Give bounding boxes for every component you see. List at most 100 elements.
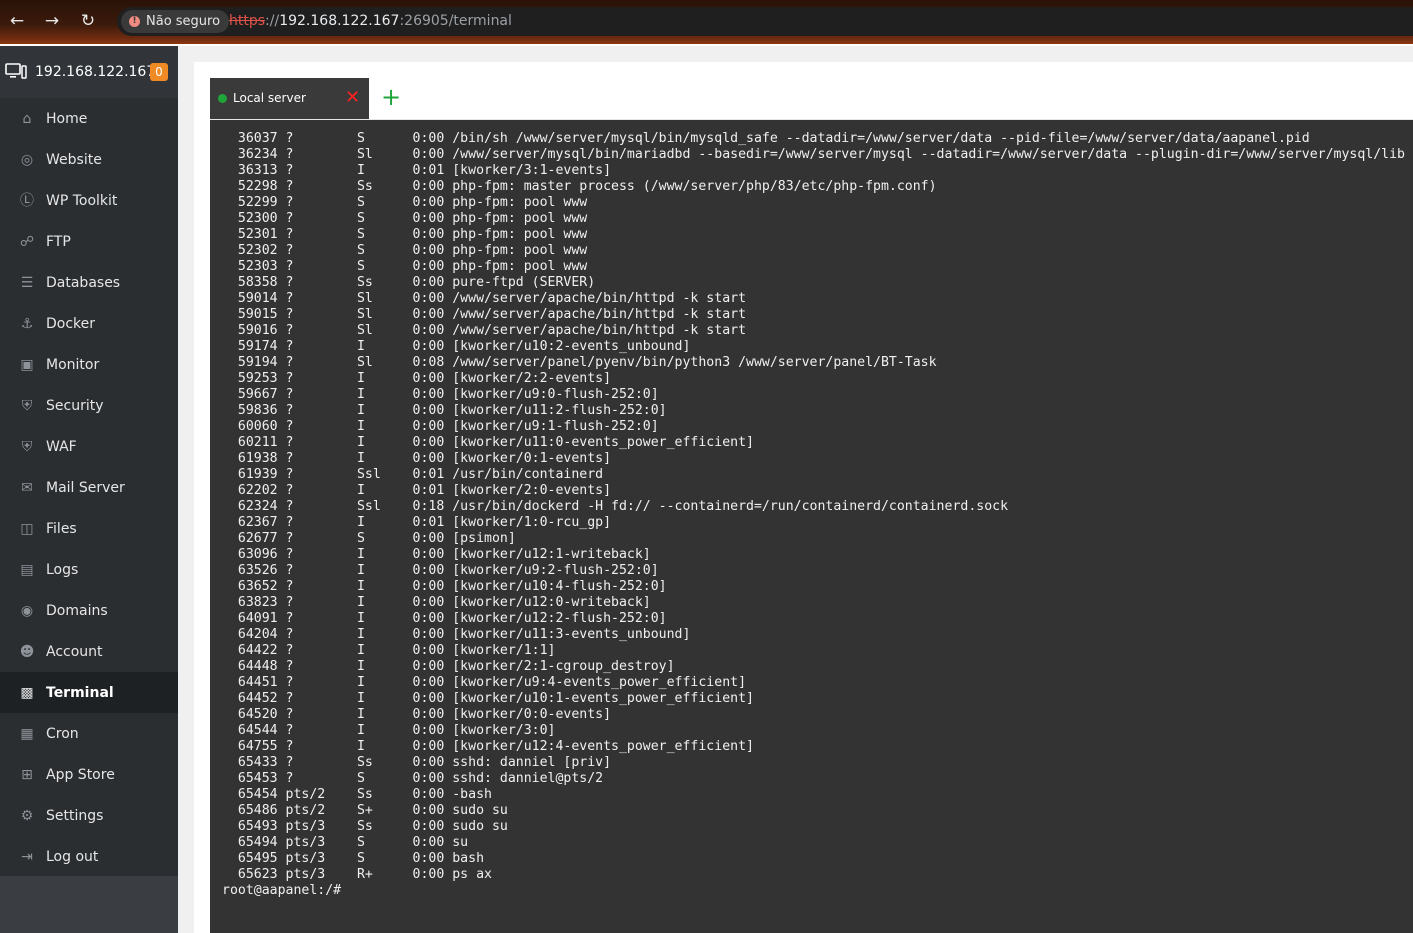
forward-arrow-icon[interactable]: → (41, 10, 63, 32)
terminal-line: 65494 pts/3 S 0:00 su (222, 835, 469, 850)
terminal-line: 62677 ? S 0:00 [psimon] (222, 531, 516, 546)
sidebar-item-website[interactable]: ◎ Website (0, 139, 178, 180)
waf-shield-icon: ⛨ (21, 438, 33, 455)
sidebar-item-label: Cron (46, 725, 79, 742)
sidebar-header: 192.168.122.167 0 (0, 46, 178, 98)
sidebar-item-docker[interactable]: ⚓ Docker (0, 303, 178, 344)
alert-count-badge[interactable]: 0 (150, 63, 168, 81)
terminal-panel: Local server ✕ + 36037 ? S 0:00 /bin/sh … (194, 62, 1413, 933)
sidebar-item-label: Settings (46, 807, 104, 824)
sidebar-item-logs[interactable]: ▤ Logs (0, 549, 178, 590)
terminal-line: 64452 ? I 0:00 [kworker/u10:1-events_pow… (222, 691, 754, 706)
terminal-line: 36234 ? Sl 0:00 /www/server/mysql/bin/ma… (222, 147, 1405, 162)
sidebar-item-databases[interactable]: ☰ Databases (0, 262, 178, 303)
sidebar-item-label: Security (46, 397, 104, 414)
terminal-line: 59174 ? I 0:00 [kworker/u10:2-events_unb… (222, 339, 691, 354)
reload-icon[interactable]: ↻ (77, 10, 99, 32)
terminal-line: 58358 ? Ss 0:00 pure-ftpd (SERVER) (222, 275, 596, 290)
terminal-line: 62202 ? I 0:01 [kworker/2:0-events] (222, 483, 612, 498)
sidebar-item-app-store[interactable]: ⊞ App Store (0, 754, 178, 795)
browser-toolbar: ← → ↻ ! Não seguro https://192.168.122.1… (0, 0, 1413, 44)
sidebar-item-security[interactable]: ⛨ Security (0, 385, 178, 426)
security-label: Não seguro (146, 14, 221, 29)
user-icon: ☻ (19, 643, 35, 660)
url-text[interactable]: https://192.168.122.167:26905/terminal (229, 13, 512, 29)
docker-icon: ⚓ (20, 315, 34, 332)
sidebar-item-domains[interactable]: ◉ Domains (0, 590, 178, 631)
terminal-line: 60060 ? I 0:00 [kworker/u9:1-flush-252:0… (222, 419, 659, 434)
home-icon: ⌂ (22, 110, 32, 127)
wordpress-icon: Ⓛ (20, 192, 34, 209)
terminal-line: 65433 ? Ss 0:00 sshd: danniel [priv] (222, 755, 612, 770)
logout-icon: ⇥ (21, 848, 33, 865)
sidebar-item-settings[interactable]: ⚙ Settings (0, 795, 178, 836)
terminal-prompt: root@aapanel:/# (222, 883, 350, 898)
terminal-line: 64755 ? I 0:00 [kworker/u12:4-events_pow… (222, 739, 754, 754)
sidebar-item-files[interactable]: ◫ Files (0, 508, 178, 549)
terminal-line: 63096 ? I 0:00 [kworker/u12:1-writeback] (222, 547, 651, 562)
sidebar-item-label: Databases (46, 274, 121, 291)
sidebar-item-label: App Store (46, 766, 115, 783)
terminal-line: 64544 ? I 0:00 [kworker/3:0] (222, 723, 556, 738)
sidebar-item-label: Domains (46, 602, 108, 619)
security-indicator[interactable]: ! Não seguro (121, 10, 230, 33)
warning-icon: ! (129, 16, 140, 27)
sidebar-item-label: Logs (46, 561, 79, 578)
url-protocol: https (229, 13, 266, 29)
sidebar-item-label: Website (46, 151, 102, 168)
terminal-line: 65486 pts/2 S+ 0:00 sudo su (222, 803, 508, 818)
sidebar-item-account[interactable]: ☻ Account (0, 631, 178, 672)
tab-local-server[interactable]: Local server ✕ (210, 78, 369, 119)
sidebar-item-monitor[interactable]: ▣ Monitor (0, 344, 178, 385)
sidebar-item-waf[interactable]: ⛨ WAF (0, 426, 178, 467)
sidebar-item-label: Account (46, 643, 103, 660)
sidebar-item-home[interactable]: ⌂ Home (0, 98, 178, 139)
sidebar-item-mail-server[interactable]: ✉ Mail Server (0, 467, 178, 508)
grid-icon: ⊞ (21, 766, 33, 783)
sidebar-item-terminal[interactable]: ▩ Terminal (0, 672, 178, 713)
terminal-line: 52299 ? S 0:00 php-fpm: pool www (222, 195, 588, 210)
terminal-line: 61938 ? I 0:00 [kworker/0:1-events] (222, 451, 612, 466)
globe-icon: ◎ (20, 151, 34, 168)
sidebar-item-label: Monitor (46, 356, 100, 373)
sidebar-item-wp-toolkit[interactable]: Ⓛ WP Toolkit (0, 180, 178, 221)
add-tab-plus-icon[interactable]: + (380, 85, 402, 109)
terminal-screen[interactable]: 36037 ? S 0:00 /bin/sh /www/server/mysql… (210, 120, 1413, 933)
close-icon[interactable]: ✕ (345, 88, 360, 108)
terminal-line: 36037 ? S 0:00 /bin/sh /www/server/mysql… (222, 131, 1310, 146)
sidebar-menu: ⌂ Home ◎ Website Ⓛ WP Toolkit ☍ FTP ☰ Databas… (0, 98, 178, 877)
terminal-line: 52303 ? S 0:00 php-fpm: pool www (222, 259, 588, 274)
tab-label: Local server (233, 91, 306, 105)
sidebar-item-label: Terminal (46, 684, 114, 701)
sidebar-item-label: Log out (46, 848, 99, 865)
ftp-icon: ☍ (19, 233, 35, 250)
sidebar-item-cron[interactable]: ▦ Cron (0, 713, 178, 754)
back-arrow-icon[interactable]: ← (6, 10, 28, 32)
url-host: 192.168.122.167 (279, 13, 400, 29)
sidebar-item-ftp[interactable]: ☍ FTP (0, 221, 178, 262)
terminal-line: 59016 ? Sl 0:00 /www/server/apache/bin/h… (222, 323, 747, 338)
terminal-line: 64204 ? I 0:00 [kworker/u11:3-events_unb… (222, 627, 691, 642)
server-ip[interactable]: 192.168.122.167 (35, 64, 155, 80)
sidebar-item-label: Home (46, 110, 88, 127)
domains-icon: ◉ (20, 602, 34, 619)
sidebar: 192.168.122.167 0 ⌂ Home ◎ Website Ⓛ WP Too… (0, 46, 178, 933)
folder-icon: ◫ (20, 520, 34, 537)
main-content: Local server ✕ + 36037 ? S 0:00 /bin/sh … (178, 46, 1413, 933)
sidebar-footer (0, 876, 178, 933)
terminal-line: 52300 ? S 0:00 php-fpm: pool www (222, 211, 588, 226)
connected-status-dot (218, 94, 227, 103)
address-bar[interactable]: ! Não seguro https://192.168.122.167:269… (117, 7, 1413, 36)
gear-icon: ⚙ (20, 807, 34, 824)
terminal-line: 62367 ? I 0:01 [kworker/1:0-rcu_gp] (222, 515, 612, 530)
url-separator: :// (265, 13, 280, 29)
monitor-icon: ▣ (20, 356, 34, 373)
database-icon: ☰ (20, 274, 34, 291)
terminal-line: 64520 ? I 0:00 [kworker/0:0-events] (222, 707, 612, 722)
terminal-line: 63652 ? I 0:00 [kworker/u10:4-flush-252:… (222, 579, 667, 594)
terminal-line: 52302 ? S 0:00 php-fpm: pool www (222, 243, 588, 258)
sidebar-item-log-out[interactable]: ⇥ Log out (0, 836, 178, 877)
sidebar-item-label: Files (46, 520, 77, 537)
shield-icon: ⛨ (21, 397, 33, 414)
terminal-icon: ▩ (20, 684, 34, 701)
